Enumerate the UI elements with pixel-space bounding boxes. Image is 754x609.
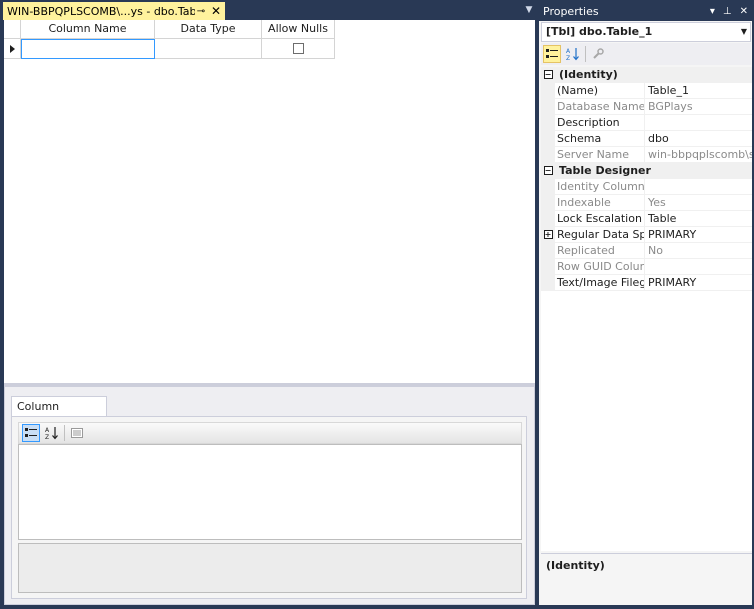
table-designer-grid[interactable]: Column Name Data Type Allow Nulls (4, 20, 535, 383)
svg-text:A: A (45, 427, 50, 434)
column-name-cell[interactable] (21, 39, 155, 59)
property-row-indexable[interactable]: Indexable Yes (541, 195, 752, 211)
category-label: (Identity) (559, 68, 618, 81)
tab-title: WIN-BBPQPLSCOMB\...ys - dbo.Table_1 (7, 4, 195, 18)
category-label: Table Designer (559, 164, 651, 177)
column-header-name[interactable]: Column Name (21, 20, 155, 39)
column-header-data-type[interactable]: Data Type (155, 20, 262, 39)
close-icon[interactable]: ✕ (740, 3, 748, 21)
grid-header: Column Name Data Type Allow Nulls (4, 20, 335, 39)
tab-column-properties[interactable]: Column Properties (11, 396, 107, 433)
svg-text:A: A (566, 48, 571, 55)
categorized-icon[interactable] (22, 424, 40, 442)
svg-text:Z: Z (45, 434, 49, 440)
pin-icon[interactable]: ⊥ (723, 3, 732, 21)
property-row-replicated[interactable]: Replicated No (541, 243, 752, 259)
column-properties-grid[interactable] (18, 444, 522, 540)
close-icon[interactable]: ✕ (210, 4, 222, 18)
property-row-regular-data-space[interactable]: + Regular Data Space PRIMARY (541, 227, 752, 243)
properties-toolbar: AZ (541, 43, 751, 65)
properties-title-bar: Properties ▾ ⊥ ✕ (539, 3, 752, 21)
row-header-corner (4, 20, 21, 39)
row-selector[interactable] (4, 39, 21, 59)
property-value (645, 259, 752, 274)
column-properties-description (18, 543, 522, 593)
property-value[interactable]: PRIMARY (645, 275, 752, 290)
categorized-icon[interactable] (543, 45, 561, 63)
property-value[interactable]: dbo (645, 131, 752, 146)
property-row-schema[interactable]: Schema dbo (541, 131, 752, 147)
allow-nulls-checkbox[interactable] (292, 43, 304, 54)
property-value: No (648, 244, 663, 257)
property-value: BGPlays (648, 100, 693, 113)
collapse-icon[interactable]: − (543, 70, 553, 79)
properties-window: Properties ▾ ⊥ ✕ [Tbl] dbo.Table_1 ▼ AZ … (539, 3, 752, 605)
property-value (645, 179, 752, 194)
alphabetical-icon[interactable]: AZ (564, 45, 582, 63)
document-tab-strip: WIN-BBPQPLSCOMB\...ys - dbo.Table_1 ⊸ ✕ … (0, 0, 539, 20)
row-selector-arrow-icon (9, 44, 15, 53)
property-value[interactable] (645, 115, 752, 130)
property-value[interactable]: PRIMARY (645, 227, 752, 242)
title-bar-controls: ▾ ⊥ ✕ (710, 3, 748, 21)
expand-icon[interactable]: + (543, 230, 553, 239)
property-row-lock-escalation[interactable]: Lock Escalation Table (541, 211, 752, 227)
property-row-row-guid-column[interactable]: Row GUID Column (541, 259, 752, 275)
property-description-title: (Identity) (546, 559, 605, 572)
category-table-designer[interactable]: − Table Designer (541, 163, 752, 179)
chevron-down-icon[interactable]: ▼ (741, 23, 747, 41)
collapse-icon[interactable]: − (543, 166, 553, 175)
property-pages-icon[interactable] (68, 424, 86, 442)
property-row-text-image-filegroup[interactable]: Text/Image Filegro PRIMARY (541, 275, 752, 291)
object-selector-dropdown[interactable]: [Tbl] dbo.Table_1 ▼ (541, 22, 751, 42)
property-row-name[interactable]: (Name) Table_1 (541, 83, 752, 99)
column-properties-area: Column Properties AZ (4, 386, 535, 605)
property-value: Yes (648, 196, 666, 209)
pin-icon[interactable]: ⊸ (195, 6, 207, 17)
property-row-identity-column[interactable]: Identity Column (541, 179, 752, 195)
data-type-cell[interactable] (155, 39, 262, 59)
property-value[interactable]: Table_1 (645, 83, 752, 98)
properties-title: Properties (543, 5, 599, 18)
column-header-allow-nulls[interactable]: Allow Nulls (262, 20, 335, 39)
category-identity[interactable]: − (Identity) (541, 67, 752, 83)
property-row-server-name[interactable]: Server Name win-bbpqplscomb\sqls (541, 147, 752, 163)
property-grid[interactable]: − (Identity) (Name) Table_1 Database Nam… (541, 67, 752, 551)
object-selector-value: [Tbl] dbo.Table_1 (546, 25, 653, 38)
property-description-panel: (Identity) (541, 553, 752, 605)
property-row-description[interactable]: Description (541, 115, 752, 131)
column-properties-panel: AZ (11, 416, 527, 599)
toolbar-separator (585, 46, 586, 62)
property-value[interactable]: Table (645, 211, 752, 226)
column-properties-toolbar: AZ (18, 422, 522, 444)
svg-text:Z: Z (566, 55, 570, 61)
tab-table-designer[interactable]: WIN-BBPQPLSCOMB\...ys - dbo.Table_1 ⊸ ✕ (3, 2, 225, 20)
alphabetical-icon[interactable]: AZ (43, 424, 61, 442)
property-row-database-name[interactable]: Database Name BGPlays (541, 99, 752, 115)
table-row (4, 39, 335, 59)
toolbar-separator (64, 425, 65, 441)
wrench-icon[interactable] (589, 45, 607, 63)
allow-nulls-cell[interactable] (262, 39, 335, 59)
document-list-dropdown[interactable]: ▼ (523, 3, 535, 17)
property-value: win-bbpqplscomb\sqls (648, 148, 752, 161)
window-position-icon[interactable]: ▾ (710, 3, 715, 21)
